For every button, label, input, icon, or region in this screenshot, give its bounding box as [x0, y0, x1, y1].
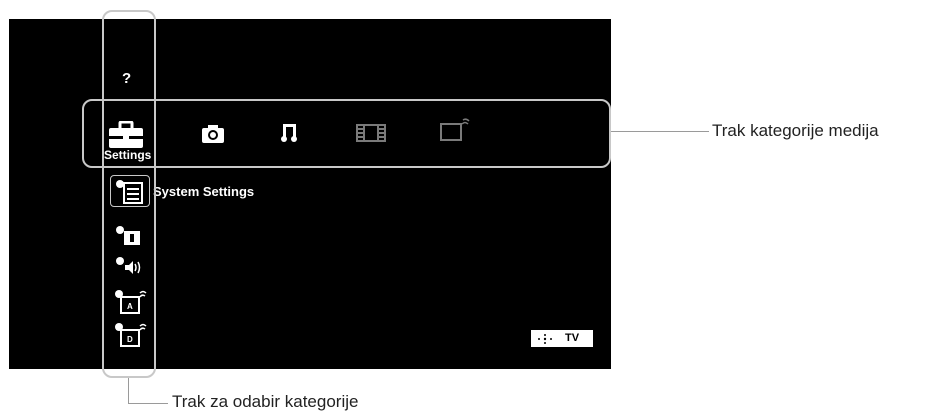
category-bar-callout: Trak za odabir kategorije — [172, 392, 359, 411]
media-bar-frame — [82, 99, 611, 168]
category-bar-callout-line-v — [128, 378, 129, 404]
media-bar-callout: Trak kategorije medija — [712, 121, 879, 140]
category-bar-frame — [102, 10, 156, 378]
dpad-icon — [538, 334, 552, 344]
category-bar-callout-line-h — [128, 403, 168, 404]
tv-source-badge: TV — [531, 330, 593, 347]
tv-source-label: TV — [565, 332, 580, 344]
tv-screen — [9, 19, 611, 369]
selected-item-title: System Settings — [153, 184, 255, 199]
media-bar-callout-line — [611, 131, 709, 132]
